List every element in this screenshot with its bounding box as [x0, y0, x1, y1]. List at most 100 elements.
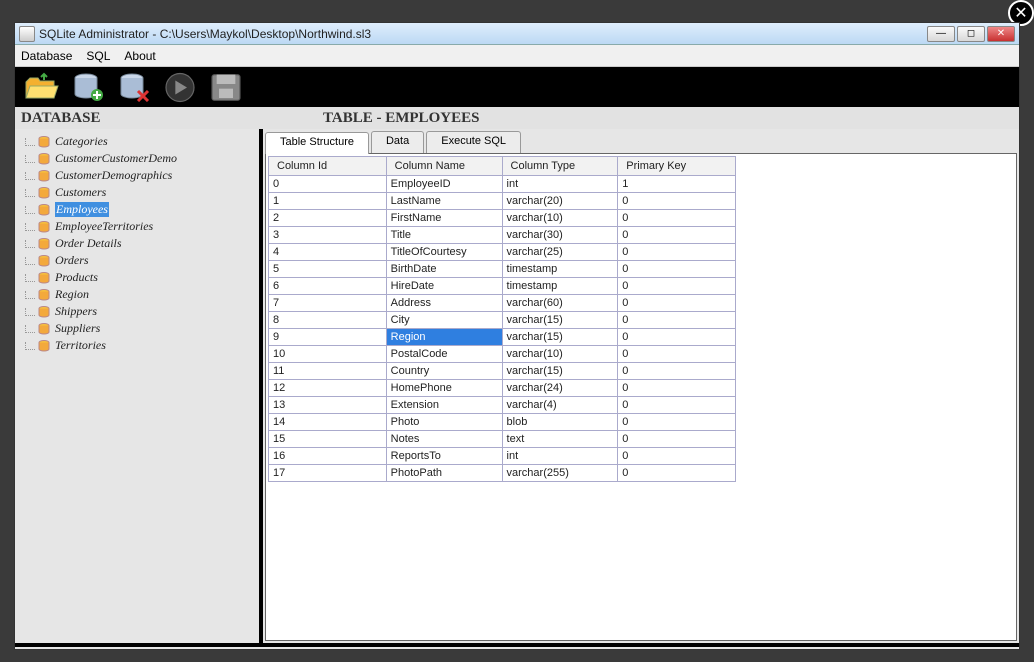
tree-item-territories[interactable]: Territories [17, 337, 257, 354]
col-header-id[interactable]: Column Id [269, 157, 387, 176]
cell-pk[interactable]: 1 [618, 176, 736, 193]
cell-name[interactable]: FirstName [386, 210, 502, 227]
cell-id[interactable]: 8 [269, 312, 387, 329]
cell-pk[interactable]: 0 [618, 397, 736, 414]
table-row[interactable]: 15Notestext0 [269, 431, 736, 448]
table-row[interactable]: 8Cityvarchar(15)0 [269, 312, 736, 329]
cell-id[interactable]: 13 [269, 397, 387, 414]
tree-item-employees[interactable]: Employees [17, 201, 257, 218]
cell-name[interactable]: Address [386, 295, 502, 312]
table-row[interactable]: 9Regionvarchar(15)0 [269, 329, 736, 346]
tree-item-orders[interactable]: Orders [17, 252, 257, 269]
cell-pk[interactable]: 0 [618, 295, 736, 312]
table-row[interactable]: 13Extensionvarchar(4)0 [269, 397, 736, 414]
cell-name[interactable]: PostalCode [386, 346, 502, 363]
cell-id[interactable]: 16 [269, 448, 387, 465]
cell-pk[interactable]: 0 [618, 193, 736, 210]
cell-id[interactable]: 10 [269, 346, 387, 363]
cell-type[interactable]: varchar(4) [502, 397, 618, 414]
tree-item-suppliers[interactable]: Suppliers [17, 320, 257, 337]
tree-item-products[interactable]: Products [17, 269, 257, 286]
cell-name[interactable]: EmployeeID [386, 176, 502, 193]
cell-pk[interactable]: 0 [618, 278, 736, 295]
cell-name[interactable]: LastName [386, 193, 502, 210]
cell-pk[interactable]: 0 [618, 448, 736, 465]
cell-name[interactable]: TitleOfCourtesy [386, 244, 502, 261]
cell-pk[interactable]: 0 [618, 312, 736, 329]
cell-id[interactable]: 7 [269, 295, 387, 312]
cell-name[interactable]: Title [386, 227, 502, 244]
table-row[interactable]: 5BirthDatetimestamp0 [269, 261, 736, 278]
table-row[interactable]: 1LastNamevarchar(20)0 [269, 193, 736, 210]
tree-item-customerdemographics[interactable]: CustomerDemographics [17, 167, 257, 184]
cell-id[interactable]: 0 [269, 176, 387, 193]
cell-name[interactable]: Photo [386, 414, 502, 431]
open-folder-icon[interactable] [21, 70, 63, 104]
tab-data[interactable]: Data [371, 131, 424, 153]
table-row[interactable]: 3Titlevarchar(30)0 [269, 227, 736, 244]
cell-type[interactable]: varchar(255) [502, 465, 618, 482]
cell-id[interactable]: 17 [269, 465, 387, 482]
cell-type[interactable]: varchar(30) [502, 227, 618, 244]
menu-about[interactable]: About [124, 49, 155, 63]
cell-name[interactable]: City [386, 312, 502, 329]
cell-name[interactable]: Notes [386, 431, 502, 448]
col-header-type[interactable]: Column Type [502, 157, 618, 176]
col-header-pk[interactable]: Primary Key [618, 157, 736, 176]
cell-pk[interactable]: 0 [618, 329, 736, 346]
db-add-icon[interactable] [67, 70, 109, 104]
table-row[interactable]: 7Addressvarchar(60)0 [269, 295, 736, 312]
cell-id[interactable]: 5 [269, 261, 387, 278]
cell-type[interactable]: timestamp [502, 261, 618, 278]
menu-sql[interactable]: SQL [86, 49, 110, 63]
table-row[interactable]: 12HomePhonevarchar(24)0 [269, 380, 736, 397]
cell-type[interactable]: text [502, 431, 618, 448]
cell-name[interactable]: Extension [386, 397, 502, 414]
tree-item-order-details[interactable]: Order Details [17, 235, 257, 252]
cell-pk[interactable]: 0 [618, 380, 736, 397]
cell-name[interactable]: PhotoPath [386, 465, 502, 482]
cell-pk[interactable]: 0 [618, 261, 736, 278]
table-row[interactable]: 11Countryvarchar(15)0 [269, 363, 736, 380]
tree-item-categories[interactable]: Categories [17, 133, 257, 150]
tab-structure[interactable]: Table Structure [265, 132, 369, 154]
cell-pk[interactable]: 0 [618, 244, 736, 261]
cell-id[interactable]: 4 [269, 244, 387, 261]
cell-id[interactable]: 2 [269, 210, 387, 227]
menu-database[interactable]: Database [21, 49, 72, 63]
cell-type[interactable]: varchar(15) [502, 312, 618, 329]
cell-name[interactable]: ReportsTo [386, 448, 502, 465]
cell-name[interactable]: BirthDate [386, 261, 502, 278]
cell-pk[interactable]: 0 [618, 414, 736, 431]
cell-type[interactable]: timestamp [502, 278, 618, 295]
cell-id[interactable]: 15 [269, 431, 387, 448]
table-row[interactable]: 10PostalCodevarchar(10)0 [269, 346, 736, 363]
table-row[interactable]: 4TitleOfCourtesyvarchar(25)0 [269, 244, 736, 261]
maximize-button[interactable]: ◻ [957, 26, 985, 42]
close-button[interactable]: ✕ [987, 26, 1015, 42]
tree-item-customercustomerdemo[interactable]: CustomerCustomerDemo [17, 150, 257, 167]
cell-type[interactable]: blob [502, 414, 618, 431]
cell-type[interactable]: varchar(10) [502, 210, 618, 227]
cell-type[interactable]: varchar(20) [502, 193, 618, 210]
cell-id[interactable]: 12 [269, 380, 387, 397]
table-row[interactable]: 0EmployeeIDint1 [269, 176, 736, 193]
cell-id[interactable]: 1 [269, 193, 387, 210]
cell-type[interactable]: varchar(25) [502, 244, 618, 261]
cell-type[interactable]: varchar(24) [502, 380, 618, 397]
table-row[interactable]: 16ReportsToint0 [269, 448, 736, 465]
cell-type[interactable]: varchar(15) [502, 329, 618, 346]
cell-pk[interactable]: 0 [618, 465, 736, 482]
cell-type[interactable]: varchar(60) [502, 295, 618, 312]
run-icon[interactable] [159, 70, 201, 104]
cell-type[interactable]: int [502, 448, 618, 465]
cell-name[interactable]: HomePhone [386, 380, 502, 397]
cell-type[interactable]: varchar(15) [502, 363, 618, 380]
cell-pk[interactable]: 0 [618, 346, 736, 363]
save-icon[interactable] [205, 70, 247, 104]
cell-id[interactable]: 9 [269, 329, 387, 346]
titlebar[interactable]: SQLite Administrator - C:\Users\Maykol\D… [15, 23, 1019, 45]
table-row[interactable]: 14Photoblob0 [269, 414, 736, 431]
cell-name[interactable]: HireDate [386, 278, 502, 295]
cell-name[interactable]: Region [386, 329, 502, 346]
